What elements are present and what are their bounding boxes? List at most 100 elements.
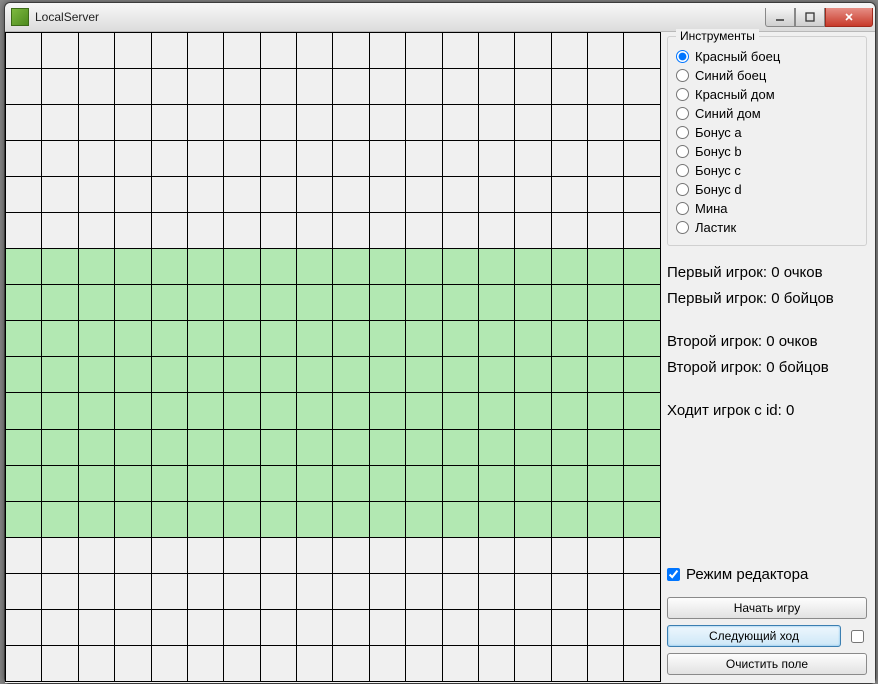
grid-cell[interactable] [78,321,114,357]
grid-cell[interactable] [333,609,369,645]
grid-cell[interactable] [333,141,369,177]
grid-cell[interactable] [224,645,260,681]
grid-cell[interactable] [406,393,442,429]
grid-cell[interactable] [369,213,405,249]
grid-cell[interactable] [588,249,624,285]
grid-cell[interactable] [260,321,296,357]
grid-cell[interactable] [297,609,333,645]
tool-radio-bonus-c[interactable] [676,164,689,177]
grid-cell[interactable] [333,573,369,609]
grid-cell[interactable] [260,141,296,177]
grid-cell[interactable] [588,213,624,249]
grid-cell[interactable] [369,537,405,573]
titlebar[interactable]: LocalServer [5,3,875,32]
grid-cell[interactable] [224,141,260,177]
close-button[interactable] [825,8,873,27]
grid-cell[interactable] [369,321,405,357]
grid-cell[interactable] [369,357,405,393]
grid-cell[interactable] [406,249,442,285]
grid-cell[interactable] [187,393,223,429]
grid-cell[interactable] [369,429,405,465]
grid-cell[interactable] [78,429,114,465]
grid-cell[interactable] [42,105,78,141]
clear-field-button[interactable]: Очистить поле [667,653,867,675]
grid-cell[interactable] [624,105,661,141]
grid-cell[interactable] [624,69,661,105]
grid-cell[interactable] [260,357,296,393]
grid-cell[interactable] [515,177,551,213]
editor-mode-checkbox[interactable] [667,568,680,581]
grid-cell[interactable] [187,573,223,609]
grid-cell[interactable] [224,537,260,573]
minimize-button[interactable] [765,8,795,27]
grid-cell[interactable] [406,429,442,465]
grid-cell[interactable] [588,501,624,537]
grid-cell[interactable] [551,537,587,573]
grid-cell[interactable] [551,573,587,609]
grid-cell[interactable] [515,321,551,357]
grid-cell[interactable] [551,357,587,393]
grid-cell[interactable] [115,69,151,105]
grid-cell[interactable] [551,213,587,249]
grid-cell[interactable] [478,213,514,249]
grid-cell[interactable] [333,321,369,357]
grid-cell[interactable] [369,465,405,501]
grid-cell[interactable] [6,537,42,573]
grid-cell[interactable] [588,393,624,429]
grid-cell[interactable] [224,285,260,321]
grid-cell[interactable] [406,141,442,177]
grid-cell[interactable] [333,177,369,213]
grid-cell[interactable] [6,213,42,249]
grid-cell[interactable] [187,69,223,105]
grid-cell[interactable] [187,429,223,465]
grid-cell[interactable] [297,537,333,573]
grid-cell[interactable] [442,537,478,573]
grid-cell[interactable] [42,393,78,429]
grid-cell[interactable] [6,321,42,357]
grid-cell[interactable] [406,33,442,69]
grid-cell[interactable] [478,645,514,681]
grid-cell[interactable] [224,429,260,465]
grid-cell[interactable] [515,645,551,681]
grid-cell[interactable] [369,573,405,609]
grid-cell[interactable] [6,285,42,321]
grid-cell[interactable] [406,285,442,321]
grid-cell[interactable] [115,249,151,285]
grid-cell[interactable] [260,105,296,141]
grid-cell[interactable] [151,213,187,249]
grid-cell[interactable] [115,609,151,645]
grid-cell[interactable] [333,249,369,285]
grid-cell[interactable] [224,465,260,501]
grid-cell[interactable] [78,141,114,177]
grid-cell[interactable] [369,141,405,177]
grid-cell[interactable] [260,249,296,285]
grid-cell[interactable] [78,501,114,537]
grid-cell[interactable] [551,501,587,537]
grid-cell[interactable] [260,33,296,69]
next-turn-aux-checkbox[interactable] [851,630,864,643]
grid-cell[interactable] [588,645,624,681]
grid-cell[interactable] [624,33,661,69]
grid-cell[interactable] [6,141,42,177]
start-game-button[interactable]: Начать игру [667,597,867,619]
grid-cell[interactable] [588,465,624,501]
grid-cell[interactable] [369,501,405,537]
grid-cell[interactable] [6,501,42,537]
grid-cell[interactable] [442,645,478,681]
grid-cell[interactable] [6,249,42,285]
grid-cell[interactable] [6,33,42,69]
grid-cell[interactable] [224,501,260,537]
grid-cell[interactable] [297,357,333,393]
grid-cell[interactable] [624,141,661,177]
maximize-button[interactable] [795,8,825,27]
tool-option-bonus-b[interactable]: Бонус b [676,144,858,159]
grid-cell[interactable] [624,501,661,537]
grid-cell[interactable] [369,177,405,213]
grid-cell[interactable] [260,645,296,681]
grid-cell[interactable] [551,465,587,501]
grid-cell[interactable] [115,105,151,141]
grid-cell[interactable] [78,249,114,285]
tool-radio-bonus-a[interactable] [676,126,689,139]
grid-cell[interactable] [115,321,151,357]
grid-cell[interactable] [115,285,151,321]
